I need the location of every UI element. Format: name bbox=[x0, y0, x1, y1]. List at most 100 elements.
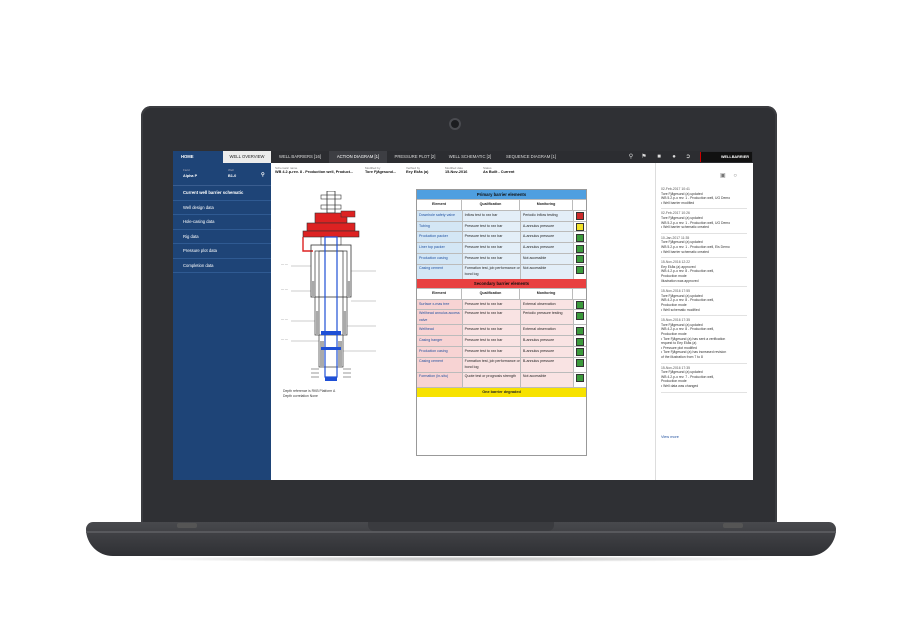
view-more-link[interactable]: View more bbox=[661, 435, 679, 439]
cell-element[interactable]: Production packer bbox=[417, 232, 463, 243]
cell-monitoring: B-annulus pressure bbox=[520, 346, 575, 357]
status-indicator bbox=[576, 255, 585, 264]
meta-modified-by: Modified by Tore Fjågesund... bbox=[365, 166, 396, 174]
field-value: Alpha P bbox=[183, 174, 198, 178]
history-icon[interactable]: ▣ bbox=[720, 173, 726, 179]
table-row[interactable]: Wellhead Pressure test to xxx bar External… bbox=[417, 324, 586, 336]
laptop-base-edge bbox=[86, 531, 836, 533]
tab-sequence-diagram[interactable]: SEQUENCE DIAGRAM [1] bbox=[499, 151, 563, 163]
well-label: Well bbox=[228, 168, 234, 172]
header-element: Element bbox=[417, 200, 462, 210]
table-row[interactable]: Casing cement Formation test, job perform… bbox=[417, 356, 586, 372]
table-row[interactable]: Wellhead annulus access valve Pressure te… bbox=[417, 309, 586, 325]
flag-icon[interactable]: ⚑ bbox=[640, 153, 648, 161]
cell-qualification: Inflow test to xxx bar bbox=[462, 210, 521, 221]
cell-element[interactable]: Production casing bbox=[417, 253, 463, 264]
cell-qualification: Pressure test to xxx bar bbox=[462, 310, 521, 325]
meta-value: Tore Fjågesund... bbox=[365, 170, 397, 174]
cell-element[interactable]: Liner top packer bbox=[417, 243, 463, 253]
table-row[interactable]: Surface x-mas tree Pressure test to xxx b… bbox=[417, 298, 586, 310]
cell-element[interactable]: Casing cement bbox=[417, 264, 463, 279]
header-status bbox=[573, 200, 583, 210]
event-separator bbox=[661, 208, 747, 210]
activity-event: 10-Jan-2017 11:35 Tore Fjågesund (a) upda… bbox=[661, 236, 751, 254]
sidebar-item-completion[interactable]: Completion data bbox=[173, 259, 271, 273]
cell-element[interactable]: Wellhead bbox=[417, 325, 463, 336]
search-icon[interactable]: ⚲ bbox=[261, 172, 265, 178]
cell-qualification: Pressure test to xxx bar bbox=[462, 232, 521, 243]
table-row[interactable]: Production casing Pressure test to xxx ba… bbox=[417, 252, 586, 264]
cell-qualification: Pressure test to xxx bar bbox=[462, 243, 521, 253]
tab-home[interactable]: HOME bbox=[173, 151, 223, 163]
search-icon[interactable]: ⚲ bbox=[627, 153, 635, 161]
cell-qualification: Pressure test to xxx bar bbox=[462, 299, 521, 310]
cell-element[interactable]: Casing hanger bbox=[417, 336, 463, 346]
table-row[interactable]: Downhole safety valve Inflow test to xxx … bbox=[417, 209, 586, 221]
cell-element[interactable]: Surface x-mas tree bbox=[417, 299, 463, 310]
tab-well-overview[interactable]: WELL OVERVIEW bbox=[223, 151, 271, 163]
table-row[interactable]: Casing hanger Pressure test to xxx bar B-a… bbox=[417, 335, 586, 346]
sidebar-item-well-design[interactable]: Well design data bbox=[173, 201, 271, 215]
event-line: Illustration was approved bbox=[661, 278, 699, 283]
cell-qualification: Formation test, job performance or bond … bbox=[462, 264, 521, 279]
tab-pressure-plot[interactable]: PRESSURE PLOT [2] bbox=[389, 151, 441, 163]
meta-status: Status As Built - Current bbox=[483, 166, 514, 174]
activity-event: 15-Nov-2016 17:35 Tore Fjågesund (a) upda… bbox=[661, 366, 751, 389]
status-cell bbox=[574, 265, 586, 279]
activity-event: 15-Nov-2016 17:55 Tore Fjågesund (a) upda… bbox=[661, 289, 751, 312]
cell-element[interactable]: Casing cement bbox=[417, 357, 463, 372]
sidebar-item-pressure-plot[interactable]: Pressure plot data bbox=[173, 244, 271, 259]
event-line: • Well barrier schematic created bbox=[661, 249, 709, 254]
top-navigation-bar: HOME WELL OVERVIEW WELL BARRIERS [16] AC… bbox=[173, 151, 753, 163]
logout-icon[interactable]: ➲ bbox=[684, 153, 692, 161]
user-icon[interactable]: ● bbox=[670, 153, 678, 161]
header-qualification: Qualification bbox=[462, 200, 520, 210]
header-qualification: Qualification bbox=[462, 288, 520, 299]
table-row[interactable]: Tubing Pressure test to xxx bar A-annulus … bbox=[417, 220, 586, 232]
status-indicator bbox=[576, 374, 585, 383]
table-row[interactable]: Production casing Pressure test to xxx ba… bbox=[417, 345, 586, 357]
status-cell bbox=[574, 358, 586, 372]
cell-element[interactable]: Tubing bbox=[417, 221, 463, 232]
cell-element[interactable]: Wellhead annulus access valve bbox=[417, 310, 463, 325]
status-indicator bbox=[576, 223, 585, 232]
secondary-barrier-title: Secondary barrier elements bbox=[417, 278, 586, 288]
status-indicator bbox=[576, 348, 585, 357]
event-line: • Well barrier schematic created bbox=[661, 225, 709, 230]
cell-element[interactable]: Downhole safety valve bbox=[417, 210, 463, 221]
sidebar-item-hole-casing[interactable]: Hole-casing data bbox=[173, 215, 271, 230]
tab-well-schematic[interactable]: WELL SCHEMATIC [2] bbox=[443, 151, 497, 163]
event-line: • Well schematic modified bbox=[661, 307, 700, 312]
sidebar-item-current-schematic[interactable]: Current well barrier schematic bbox=[173, 186, 271, 201]
cell-element[interactable]: Production casing bbox=[417, 346, 463, 357]
table-row[interactable]: Casing cement Formation test, job perform… bbox=[417, 263, 586, 279]
panel-icons: ▣ ○ bbox=[720, 172, 737, 179]
laptop-hinge-notch bbox=[368, 522, 554, 531]
event-separator bbox=[661, 391, 747, 393]
field-well-selector[interactable]: Field Alpha P Well B1-0 ⚲ bbox=[173, 163, 271, 186]
wellbarrier-logo: WELLBARRIER bbox=[700, 152, 752, 162]
status-indicator bbox=[576, 311, 585, 320]
activity-panel: ▣ ○ 02-Feb-2017 10:41 Tore Fjågesund (a) … bbox=[655, 163, 753, 480]
status-indicator bbox=[576, 244, 585, 253]
header-status bbox=[573, 289, 583, 299]
event-line: of the illustration from 7 to 8 bbox=[661, 354, 703, 359]
tab-well-barriers[interactable]: WELL BARRIERS [16] bbox=[273, 151, 327, 163]
event-separator bbox=[661, 362, 747, 364]
cell-element[interactable]: Formation (in-situ) bbox=[417, 372, 463, 387]
field-label: Field bbox=[183, 168, 190, 172]
cell-monitoring: A-annulus pressure bbox=[520, 221, 575, 232]
well-schematic-diagram[interactable]: — — — — — — — — bbox=[281, 191, 391, 391]
table-row[interactable]: Formation (in-situ) Quote test or prognos… bbox=[417, 371, 586, 387]
status-cell bbox=[574, 254, 586, 264]
table-row[interactable]: Production packer Pressure test to xxx ba… bbox=[417, 231, 586, 243]
status-indicator bbox=[576, 359, 585, 368]
chat-icon[interactable]: ■ bbox=[655, 153, 663, 161]
table-row[interactable]: Liner top packer Pressure test to xxx bar… bbox=[417, 242, 586, 253]
meta-value: 15-Nov-2016 bbox=[445, 170, 468, 174]
meta-schematic: Schematic name WB 4.2.p-rev. 8 - Product… bbox=[275, 166, 353, 174]
tab-action-diagram[interactable]: ACTION DIAGRAM [1] bbox=[329, 151, 387, 163]
cell-qualification: Pressure test to xxx bar bbox=[462, 325, 521, 336]
sidebar-item-rig-data[interactable]: Rig data bbox=[173, 230, 271, 244]
comment-icon[interactable]: ○ bbox=[733, 173, 737, 179]
